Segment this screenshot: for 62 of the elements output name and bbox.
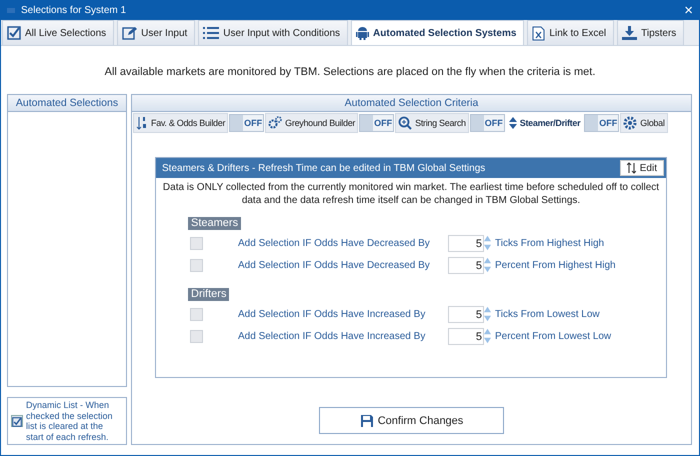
window-title: Selections for System 1	[21, 5, 128, 16]
row-label: Add Selection IF Odds Have Increased By	[238, 330, 426, 342]
box-title: Steamers & Drifters - Refresh Time can be edited in TBM Global Settings	[162, 162, 486, 174]
tab[interactable]: Tipsters	[617, 20, 684, 45]
spin-field[interactable]: 5	[448, 328, 484, 344]
document-icon	[532, 26, 546, 40]
checkbox-icon	[7, 26, 21, 40]
toggle-switch[interactable]: OFF	[470, 114, 505, 132]
checkbox[interactable]	[190, 330, 203, 342]
spin-field[interactable]: 5	[448, 306, 484, 322]
pencil-icon	[122, 26, 138, 40]
tab[interactable]: All Live Selections	[2, 20, 114, 45]
spin-arrows-icon[interactable]	[484, 328, 491, 344]
toggle-switch[interactable]: OFF	[359, 114, 394, 132]
download-icon	[622, 26, 638, 40]
checkbox[interactable]	[190, 258, 203, 272]
unit-label: Percent From Lowest Low	[495, 330, 612, 342]
gears-icon	[268, 116, 282, 130]
spin-arrows-icon[interactable]	[484, 256, 491, 274]
sort-icon	[136, 116, 148, 130]
checkbox[interactable]	[11, 415, 23, 427]
checkbox-label: Dynamic List - When checked the selection list is cleared at the start of each refresh.	[26, 400, 114, 442]
checkbox-icon	[12, 416, 22, 428]
description-text: Data is ONLY collected from the currently monitored win market. The earliest time before scheduled off to collect data and the data refresh time itself can be changed in TBM Global Settings.	[162, 181, 660, 207]
tab[interactable]: User Input	[117, 20, 196, 45]
spin-field[interactable]: 5	[448, 256, 484, 274]
tab[interactable]: User Input with Conditions	[198, 20, 348, 45]
spin-arrows-icon[interactable]	[484, 234, 491, 252]
sub-tab[interactable]: Fav. & Odds Builder	[133, 113, 228, 133]
sub-tab[interactable]: Global	[620, 113, 668, 133]
row-label: Add Selection IF Odds Have Decreased By	[238, 260, 431, 270]
edit-button[interactable]: Edit	[620, 160, 664, 176]
spin-arrows-icon[interactable]	[484, 306, 491, 322]
sort-arrows-icon	[626, 162, 636, 174]
checkbox[interactable]	[190, 236, 203, 250]
save-icon	[360, 414, 374, 428]
tab[interactable]: Automated Selection Systems	[351, 20, 524, 45]
settings-icon	[623, 116, 638, 130]
group-heading: Drifters	[188, 288, 230, 301]
app-icon	[7, 8, 15, 13]
unit-label: Ticks From Lowest Low	[495, 308, 600, 320]
sub-tab[interactable]: String Search	[395, 113, 469, 133]
search-icon	[398, 116, 412, 130]
checkbox[interactable]	[190, 308, 203, 320]
confirm-button[interactable]: Confirm Changes	[319, 407, 504, 434]
toggle-switch[interactable]: OFF	[229, 114, 264, 132]
group-heading: Steamers	[188, 217, 242, 230]
info-message: All available markets are monitored by TBM. Selections are placed on the fly when the criteria is met.	[104, 65, 596, 80]
tab[interactable]: Link to Excel	[527, 20, 614, 45]
toggle-switch[interactable]: OFF	[584, 114, 620, 132]
robot-icon	[356, 26, 370, 40]
close-button[interactable]: ×	[684, 3, 693, 18]
list-icon	[203, 26, 220, 40]
unit-label: Percent From Highest High	[495, 260, 616, 270]
panel-heading: Automated Selection Criteria	[132, 95, 691, 112]
up-down-icon	[508, 117, 517, 129]
spin-field[interactable]: 5	[448, 234, 484, 252]
unit-label: Ticks From Highest High	[495, 238, 604, 248]
sub-tab[interactable]: Greyhound Builder	[265, 113, 358, 133]
row-label: Add Selection IF Odds Have Increased By	[238, 308, 426, 320]
panel-heading: Automated Selections	[8, 95, 126, 112]
row-label: Add Selection IF Odds Have Decreased By	[238, 238, 431, 248]
